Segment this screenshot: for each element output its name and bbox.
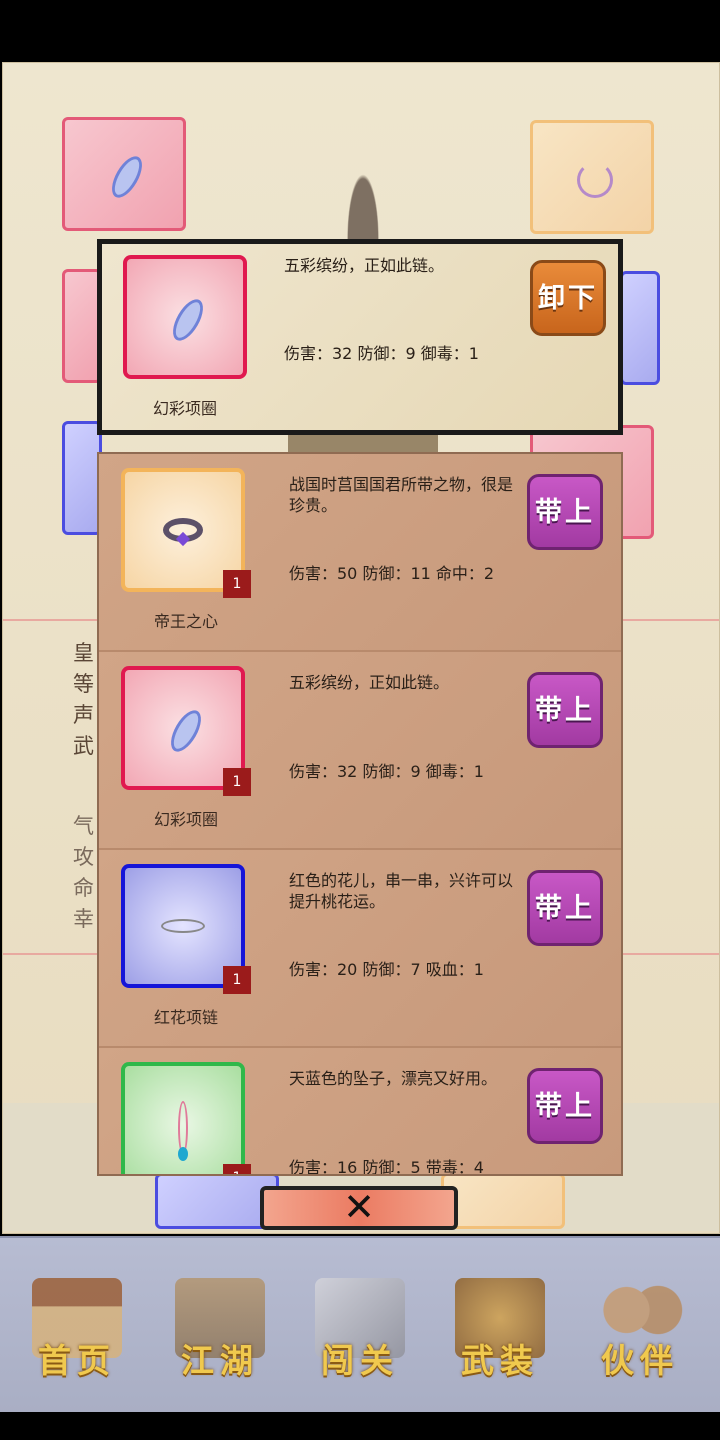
item-stats: 伤害：32 防御：9 御毒：1 xyxy=(289,762,484,781)
item-count-badge: 1 xyxy=(223,1164,251,1174)
bottom-navigation: 首页 江湖 闯关 武装 伙伴 xyxy=(0,1236,720,1414)
gem-icon xyxy=(178,1147,188,1162)
nav-item-home[interactable]: 首页 xyxy=(22,1278,132,1388)
equipped-item-panel: 幻彩项圈 五彩缤纷，正如此链。 伤害：32 防御：9 御毒：1 卸下 xyxy=(97,239,623,435)
equipped-item-description: 五彩缤纷，正如此链。 xyxy=(284,256,445,275)
close-button[interactable]: ✕ xyxy=(260,1186,458,1230)
item-image xyxy=(121,1062,245,1174)
item-stats: 伤害：16 防御：5 带毒：4 xyxy=(289,1158,484,1176)
incense-icon xyxy=(577,162,613,198)
unequip-button[interactable]: 卸下 xyxy=(530,260,606,336)
equipment-slot-armor[interactable] xyxy=(620,271,660,385)
feather-necklace-icon xyxy=(164,705,208,757)
nav-label: 武装 xyxy=(461,1341,539,1380)
inventory-list[interactable]: 1 帝王之心 战国时莒国国君所带之物，很是珍贵。 伤害：50 防御：11 命中：… xyxy=(97,452,623,1176)
feather-necklace-icon xyxy=(105,151,149,203)
equipped-item-name: 幻彩项圈 xyxy=(152,399,217,418)
item-description: 红色的花儿，串一串，兴许可以提升桃花运。 xyxy=(289,871,514,911)
companion-slot[interactable] xyxy=(441,1173,565,1229)
item-count-badge: 1 xyxy=(223,966,251,994)
nav-item-companions[interactable]: 伙伴 xyxy=(585,1278,695,1388)
equip-button[interactable]: 带上 xyxy=(527,1068,603,1144)
item-description: 五彩缤纷，正如此链。 xyxy=(289,673,450,692)
equipment-slot-necklace[interactable] xyxy=(62,117,186,231)
equip-button[interactable]: 带上 xyxy=(527,870,603,946)
inventory-row: 1 帝王之心 战国时莒国国君所带之物，很是珍贵。 伤害：50 防御：11 命中：… xyxy=(99,454,621,652)
nav-label: 江湖 xyxy=(181,1341,259,1380)
nav-label: 首页 xyxy=(38,1341,116,1380)
equip-button[interactable]: 带上 xyxy=(527,672,603,748)
item-stats: 伤害：20 防御：7 吸血：1 xyxy=(289,960,484,979)
item-description: 天蓝色的坠子，漂亮又好用。 xyxy=(289,1069,498,1088)
item-stats: 伤害：50 防御：11 命中：2 xyxy=(289,564,495,583)
nav-item-jianghu[interactable]: 江湖 xyxy=(165,1278,275,1388)
equipped-item-stats: 伤害：32 防御：9 御毒：1 xyxy=(284,344,479,363)
status-bar xyxy=(0,0,720,60)
item-description: 战国时莒国国君所带之物，很是珍贵。 xyxy=(289,475,514,515)
equipment-slot-incense[interactable] xyxy=(530,120,654,234)
inventory-row: 1 幻彩项圈 五彩缤纷，正如此链。 伤害：32 防御：9 御毒：1 带上 xyxy=(99,652,621,850)
item-name: 幻彩项圈 xyxy=(153,810,218,829)
equipment-slot-weapon[interactable] xyxy=(62,269,102,383)
inventory-row: 1 红花项链 红色的花儿，串一串，兴许可以提升桃花运。 伤害：20 防御：7 吸… xyxy=(99,850,621,1048)
equipment-slot-boots[interactable] xyxy=(62,421,102,535)
nav-label: 伙伴 xyxy=(601,1341,679,1380)
feather-necklace-icon xyxy=(166,294,210,346)
item-name: 帝王之心 xyxy=(153,612,218,631)
flower-necklace-icon xyxy=(161,919,205,933)
nav-item-challenge[interactable]: 闯关 xyxy=(305,1278,415,1388)
item-count-badge: 1 xyxy=(223,768,251,796)
item-name: 红花项链 xyxy=(153,1008,218,1027)
system-navigation-bar xyxy=(0,1412,720,1440)
inventory-row: 1 天蓝色的坠子，漂亮又好用。 伤害：16 防御：5 带毒：4 带上 xyxy=(99,1048,621,1176)
equipped-item-image xyxy=(123,255,247,379)
nav-label: 闯关 xyxy=(321,1341,399,1380)
equip-button[interactable]: 带上 xyxy=(527,474,603,550)
nav-item-equipment[interactable]: 武装 xyxy=(445,1278,555,1388)
item-count-badge: 1 xyxy=(223,570,251,598)
